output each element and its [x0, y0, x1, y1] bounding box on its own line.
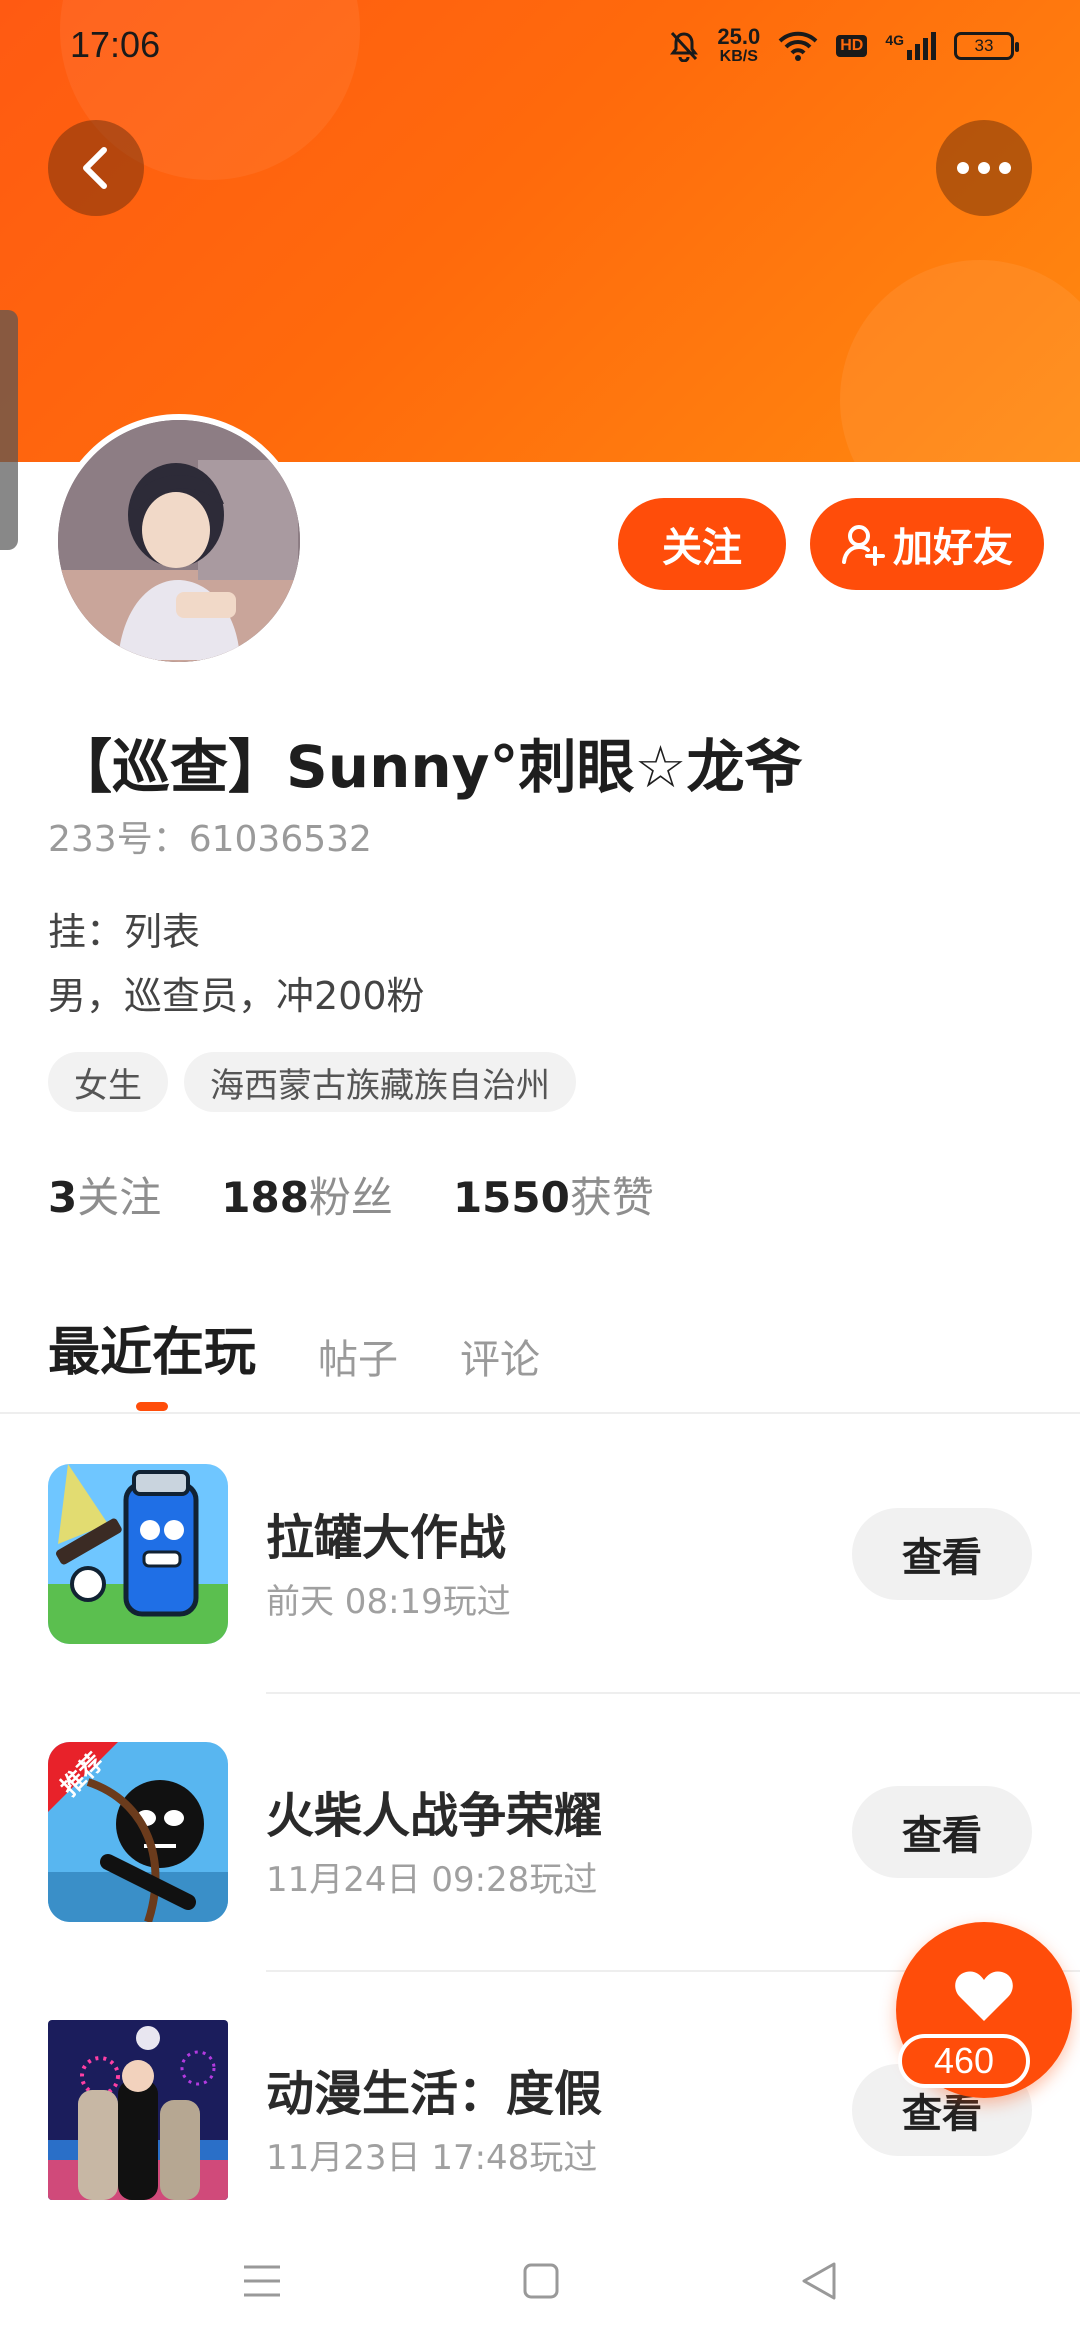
game-played-time: 11月24日 09:28玩过 [266, 1860, 598, 1900]
tab-comments[interactable]: 评论 [460, 1327, 540, 1385]
status-time: 17:06 [70, 24, 161, 65]
profile-stats: 3关注 188粉丝 1550获赞 [48, 1164, 654, 1225]
add-person-icon [842, 525, 885, 566]
list-separator [266, 1692, 1080, 1694]
ellipsis-icon [957, 162, 1011, 174]
back-triangle-icon[interactable] [800, 2261, 838, 2301]
add-friend-button[interactable]: 加好友 [810, 498, 1044, 590]
add-friend-label: 加好友 [893, 525, 1013, 571]
stat-likes[interactable]: 1550获赞 [453, 1164, 654, 1225]
follow-button[interactable]: 关注 [618, 498, 786, 590]
active-tab-indicator [136, 1402, 168, 1411]
like-count-badge: 460 [898, 2034, 1030, 2088]
heart-icon [955, 1971, 1013, 2021]
back-button[interactable] [48, 120, 144, 216]
status-bar: 17:06 25.0 KB/S HD 4G 33 [0, 0, 1080, 96]
stat-fans[interactable]: 188粉丝 [221, 1164, 393, 1225]
game-thumbnail [48, 1464, 228, 1644]
game-name: 拉罐大作战 [266, 1510, 507, 1566]
nickname: 【巡查】Sunny°刺眼☆龙爷 [54, 733, 803, 801]
signal-icon: 4G [885, 31, 936, 60]
hd-icon: HD [836, 34, 868, 57]
view-button[interactable]: 查看 [852, 1786, 1032, 1878]
tag-location: 海西蒙古族藏族自治州 [184, 1052, 576, 1112]
battery-icon: 33 [954, 31, 1019, 60]
tag-gender: 女生 [48, 1052, 168, 1112]
view-button[interactable]: 查看 [852, 1508, 1032, 1600]
game-played-time: 11月23日 17:48玩过 [266, 2138, 598, 2178]
game-thumbnail [48, 2020, 228, 2200]
game-name: 动漫生活：度假 [266, 2066, 603, 2122]
game-thumbnail: 推荐 [48, 1742, 228, 1922]
tab-recent-played[interactable]: 最近在玩 [48, 1310, 256, 1385]
bio: 挂：列表 男，巡查员，冲200粉 [48, 900, 425, 1028]
more-button[interactable] [936, 120, 1032, 216]
chevron-left-icon [83, 147, 107, 189]
mute-bell-icon [670, 31, 699, 62]
profile-tags: 女生 海西蒙古族藏族自治州 [48, 1052, 576, 1112]
profile-tabs: 最近在玩 帖子 评论 [48, 1310, 540, 1385]
tab-posts[interactable]: 帖子 [318, 1327, 398, 1385]
home-square-icon[interactable] [522, 2262, 560, 2300]
wifi-icon [778, 31, 818, 61]
stat-following[interactable]: 3关注 [48, 1164, 161, 1225]
network-speed: 25.0 KB/S [717, 24, 761, 66]
list-item[interactable]: 拉罐大作战 前天 08:19玩过 查看 [0, 1464, 1080, 1644]
system-nav-bar [0, 2222, 1080, 2340]
bio-line: 男，巡查员，冲200粉 [48, 974, 425, 1018]
avatar[interactable] [52, 414, 306, 668]
tabs-divider [0, 1412, 1080, 1414]
game-played-time: 前天 08:19玩过 [266, 1582, 511, 1622]
game-name: 火柴人战争荣耀 [266, 1788, 603, 1844]
user-id[interactable]: 233号：61036532 [48, 810, 372, 862]
list-item[interactable]: 推荐 火柴人战争荣耀 11月24日 09:28玩过 查看 [0, 1742, 1080, 1922]
menu-icon[interactable] [242, 2263, 282, 2299]
bio-line: 挂：列表 [48, 910, 201, 954]
floating-side-handle[interactable] [0, 310, 18, 550]
